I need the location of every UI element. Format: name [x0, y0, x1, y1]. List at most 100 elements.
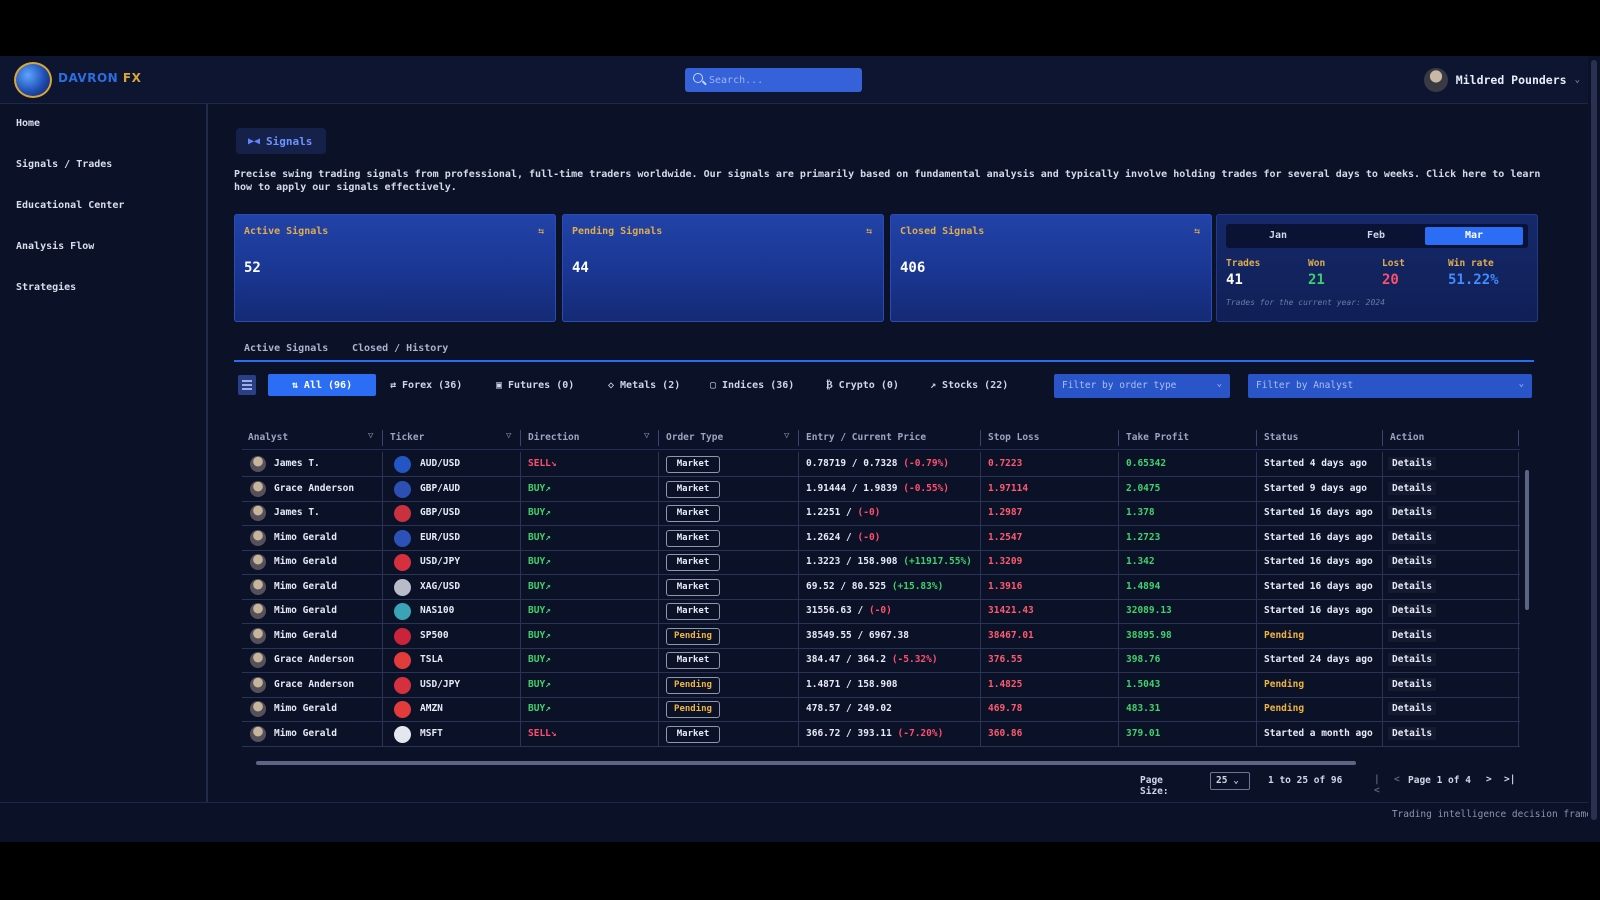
details-button[interactable]: Details — [1388, 530, 1437, 544]
prev-page-icon[interactable]: < — [1394, 774, 1400, 785]
flag-icon — [394, 725, 411, 743]
filter-icon[interactable]: ▽ — [506, 431, 511, 441]
col-action[interactable]: Action — [1390, 432, 1424, 443]
details-button[interactable]: Details — [1388, 555, 1437, 568]
next-page-icon[interactable]: > — [1486, 774, 1492, 785]
details-button[interactable]: Details — [1388, 726, 1437, 740]
active-signals-card[interactable]: Active Signals ⇆ 52 — [234, 214, 556, 322]
table-row[interactable]: Mimo Gerald EUR/USD BUY↗ Market 1.2624 / (-0… — [242, 525, 1520, 551]
col-take-profit[interactable]: Take Profit — [1126, 432, 1189, 443]
table-row[interactable]: Grace Anderson GBP/AUD BUY↗ Market 1.91444 /… — [242, 476, 1520, 502]
column-divider[interactable] — [798, 430, 799, 446]
filter-all[interactable]: ⇅ All (96) — [268, 374, 376, 396]
direction-label: BUY — [528, 580, 546, 592]
page-scrollbar[interactable] — [1588, 56, 1600, 842]
col-direction[interactable]: Direction — [528, 432, 579, 443]
sidebar-item-educational-center[interactable]: Educational Center — [16, 200, 124, 211]
brand-logo[interactable]: DAVRON FX — [14, 60, 154, 100]
last-page-icon[interactable]: >| — [1504, 774, 1515, 785]
month-mar[interactable]: Mar — [1425, 227, 1523, 245]
column-divider[interactable] — [520, 430, 521, 446]
month-feb[interactable]: Feb — [1327, 227, 1425, 245]
column-divider[interactable] — [1256, 430, 1257, 446]
tab-active-signals[interactable]: Active Signals — [244, 343, 328, 354]
column-divider[interactable] — [658, 430, 659, 446]
col-stop-loss[interactable]: Stop Loss — [988, 432, 1039, 443]
details-button[interactable]: Details — [1388, 579, 1437, 593]
filter-forex[interactable]: ⇄ Forex (36) — [390, 374, 462, 396]
details-button[interactable]: Details — [1388, 702, 1437, 715]
column-divider — [1256, 599, 1257, 624]
user-menu[interactable]: Mildred Pounders ⌄ — [1423, 68, 1580, 92]
column-divider[interactable] — [980, 430, 981, 446]
entry-value: 1.4871 / 158.908 — [806, 678, 898, 690]
search-box[interactable] — [685, 68, 862, 92]
order-type-placeholder: Filter by order type — [1062, 380, 1177, 391]
filter-icon[interactable]: ▽ — [784, 431, 789, 441]
details-button[interactable]: Details — [1388, 481, 1437, 495]
tab-closed-history[interactable]: Closed / History — [352, 343, 448, 354]
details-button[interactable]: Details — [1388, 628, 1437, 642]
search-input[interactable] — [709, 71, 854, 89]
table-row[interactable]: Mimo Gerald USD/JPY BUY↗ Market 1.3223 / 158… — [242, 550, 1520, 575]
sidebar-item-analysis-flow[interactable]: Analysis Flow — [16, 241, 94, 252]
ticker: GBP/AUD — [420, 482, 461, 494]
table-row[interactable]: James T. GBP/USD BUY↗ Market 1.2251 / (-0) 1.… — [242, 501, 1520, 526]
column-divider — [520, 525, 521, 551]
table-row[interactable]: Mimo Gerald AMZN BUY↗ Pending 478.57 / 249.0… — [242, 697, 1520, 722]
order-type-filter[interactable]: Filter by order type ⌄ — [1054, 374, 1230, 398]
analyst-name: Mimo Gerald — [274, 703, 337, 714]
details-button[interactable]: Details — [1388, 653, 1437, 666]
col-order-type[interactable]: Order Type — [666, 432, 723, 443]
col-status[interactable]: Status — [1264, 432, 1298, 443]
page-size-select[interactable]: 25 ⌄ — [1210, 772, 1250, 790]
entry-value: 69.52 / 80.525 — [806, 580, 887, 592]
table-row[interactable]: Mimo Gerald NAS100 BUY↗ Market 31556.63 / (-… — [242, 599, 1520, 624]
filter-icon[interactable]: ▽ — [368, 431, 373, 441]
column-divider[interactable] — [1382, 430, 1383, 446]
sidebar-item-signals-trades[interactable]: Signals / Trades — [16, 159, 112, 170]
details-button[interactable]: Details — [1388, 604, 1437, 617]
analyst-filter[interactable]: Filter by Analyst ⌄ — [1248, 374, 1532, 398]
col-ticker[interactable]: Ticker — [390, 432, 424, 443]
ticker: EUR/USD — [420, 531, 461, 543]
scrollbar-thumb[interactable] — [1525, 470, 1529, 610]
filter-futures[interactable]: ▣ Futures (0) — [496, 374, 574, 396]
column-divider[interactable] — [382, 430, 383, 446]
table-vertical-scrollbar[interactable] — [1522, 456, 1532, 756]
column-divider[interactable] — [1118, 430, 1119, 446]
filter-icon[interactable]: ▽ — [644, 431, 649, 441]
filter-metals[interactable]: ◇ Metals (2) — [608, 374, 680, 396]
col-analyst[interactable]: Analyst — [248, 432, 288, 443]
table-row[interactable]: Grace Anderson USD/JPY BUY↗ Pending 1.4871 /… — [242, 672, 1520, 698]
table-row[interactable]: Mimo Gerald SP500 BUY↗ Pending 38549.55 / 69… — [242, 623, 1520, 649]
col-entry-price[interactable]: Entry / Current Price — [806, 432, 926, 443]
list-view-icon[interactable] — [238, 375, 256, 395]
sidebar-item-strategies[interactable]: Strategies — [16, 282, 76, 293]
entry-price: 1.91444 / 1.9839 (-0.55%) — [806, 483, 949, 494]
details-button[interactable]: Details — [1388, 506, 1437, 519]
filter-crypto[interactable]: ₿ Crypto (0) — [826, 374, 899, 396]
table-horizontal-scrollbar[interactable] — [242, 758, 1532, 768]
table-row[interactable]: Mimo Gerald MSFT SELL↘ Market 366.72 / 393.1… — [242, 721, 1520, 747]
table-row[interactable]: Mimo Gerald XAG/USD BUY↗ Market 69.52 / 80.5… — [242, 574, 1520, 600]
take-profit: 1.5043 — [1126, 678, 1161, 690]
column-divider — [1382, 697, 1383, 722]
table-row[interactable]: James T. AUD/USD SELL↘ Market 0.78719 / 0.73… — [242, 452, 1520, 477]
trend-up-icon: ↗ — [930, 379, 937, 391]
details-button[interactable]: Details — [1388, 457, 1437, 470]
filter-indices[interactable]: ▢ Indices (36) — [710, 374, 794, 396]
filter-stocks[interactable]: ↗ Stocks (22) — [930, 374, 1008, 396]
first-page-icon[interactable]: |< — [1374, 774, 1380, 796]
pending-signals-card[interactable]: Pending Signals ⇆ 44 — [562, 214, 884, 322]
sidebar-item-home[interactable]: Home — [16, 118, 40, 129]
column-divider — [382, 623, 383, 649]
closed-signals-card[interactable]: Closed Signals ⇆ 406 — [890, 214, 1212, 322]
column-divider[interactable] — [1518, 430, 1519, 446]
column-divider — [520, 697, 521, 722]
scrollbar-thumb[interactable] — [1591, 60, 1597, 820]
details-button[interactable]: Details — [1388, 677, 1437, 691]
month-jan[interactable]: Jan — [1229, 227, 1327, 245]
scrollbar-thumb[interactable] — [256, 761, 1356, 765]
table-row[interactable]: Grace Anderson TSLA BUY↗ Market 384.47 / 364… — [242, 648, 1520, 673]
